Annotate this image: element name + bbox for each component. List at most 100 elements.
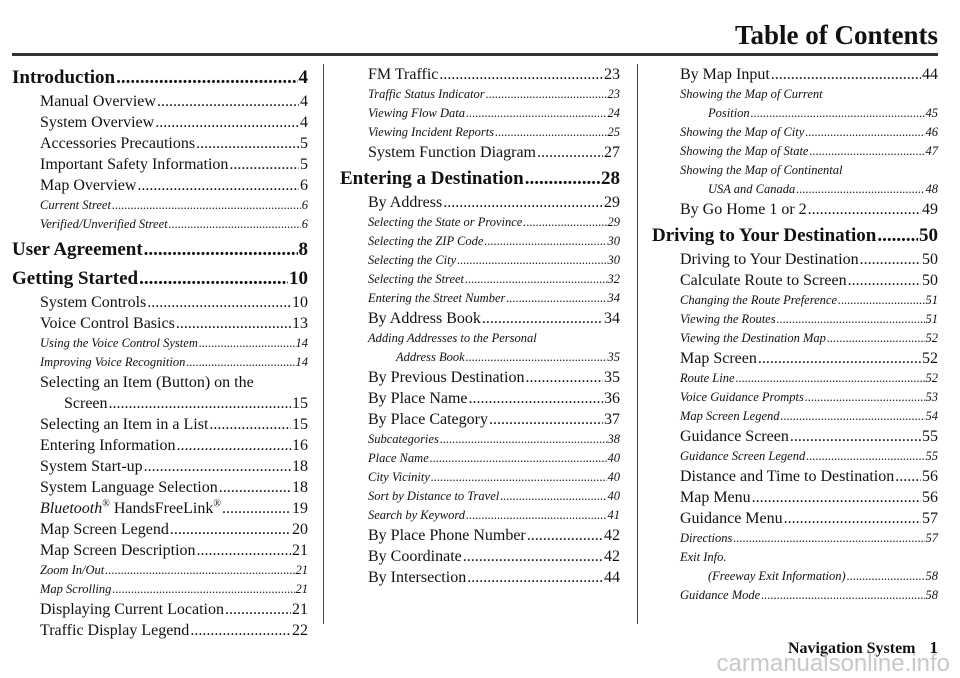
toc-entry[interactable]: By Place Name 36 bbox=[340, 388, 620, 409]
toc-entry[interactable]: By Previous Destination 35 bbox=[340, 367, 620, 388]
toc-entry[interactable]: Guidance Screen 55 bbox=[652, 426, 938, 447]
entry-title: Changing the Route Preference bbox=[680, 293, 838, 307]
toc-entry[interactable]: Voice Guidance Prompts 53 bbox=[652, 388, 938, 407]
toc-entry[interactable]: Using the Voice Control System 14 bbox=[12, 334, 308, 353]
toc-entry[interactable]: Driving to Your Destination 50 bbox=[652, 249, 938, 270]
toc-entry[interactable]: System Function Diagram 27 bbox=[340, 142, 620, 163]
toc-entry[interactable]: Selecting the ZIP Code 30 bbox=[340, 232, 620, 251]
toc-entry-line[interactable]: Exit Info. bbox=[652, 548, 938, 567]
toc-entry[interactable]: Map Screen 52 bbox=[652, 348, 938, 369]
toc-entry[interactable]: Guidance Mode 58 bbox=[652, 586, 938, 605]
toc-entry[interactable]: Search by Keyword 41 bbox=[340, 506, 620, 525]
toc-entry[interactable]: Guidance Menu 57 bbox=[652, 508, 938, 529]
entry-title: By Previous Destination bbox=[368, 369, 525, 386]
toc-entry[interactable]: Map Overview 6 bbox=[12, 175, 308, 196]
toc-entry[interactable]: System Language Selection 18 bbox=[12, 477, 308, 498]
toc-entry[interactable]: System Overview 4 bbox=[12, 112, 308, 133]
dot-leader bbox=[466, 506, 607, 525]
toc-entry[interactable]: Bluetooth® HandsFreeLink®19 bbox=[12, 498, 308, 519]
toc-entry[interactable]: Map Scrolling 21 bbox=[12, 580, 308, 599]
toc-entry[interactable]: USA and Canada 48 bbox=[652, 180, 938, 199]
toc-entry[interactable]: By Coordinate 42 bbox=[340, 546, 620, 567]
toc-entry-line[interactable]: Showing the Map of Continental bbox=[652, 161, 938, 180]
toc-entry[interactable]: Driving to Your Destination 50 bbox=[652, 222, 938, 249]
entry-page-number: 29 bbox=[604, 194, 620, 211]
toc-entry[interactable]: System Controls 10 bbox=[12, 292, 308, 313]
toc-entry[interactable]: Important Safety Information 5 bbox=[12, 154, 308, 175]
entry-page-number: 34 bbox=[604, 310, 620, 327]
toc-entry[interactable]: Traffic Status Indicator 23 bbox=[340, 85, 620, 104]
toc-entry[interactable]: Displaying Current Location 21 bbox=[12, 599, 308, 620]
entry-title: Improving Voice Recognition bbox=[40, 355, 186, 369]
toc-entry[interactable]: Map Menu 56 bbox=[652, 487, 938, 508]
entry-title: Selecting the State or Province bbox=[368, 215, 523, 229]
entry-title: Getting Started bbox=[12, 268, 139, 289]
entry-page-number: 25 bbox=[607, 125, 621, 139]
toc-entry[interactable]: Distance and Time to Destination 56 bbox=[652, 466, 938, 487]
toc-entry[interactable]: Accessories Precautions 5 bbox=[12, 133, 308, 154]
toc-entry[interactable]: Calculate Route to Screen 50 bbox=[652, 270, 938, 291]
dot-leader bbox=[439, 64, 603, 85]
toc-entry[interactable]: Map Screen Description 21 bbox=[12, 540, 308, 561]
toc-entry[interactable]: Route Line 52 bbox=[652, 369, 938, 388]
toc-entry[interactable]: Zoom In/Out 21 bbox=[12, 561, 308, 580]
toc-entry[interactable]: Verified/Unverified Street 6 bbox=[12, 215, 308, 234]
entry-title: Screen bbox=[64, 395, 108, 412]
toc-entry[interactable]: By Map Input 44 bbox=[652, 64, 938, 85]
toc-entry[interactable]: City Vicinity 40 bbox=[340, 468, 620, 487]
toc-entry[interactable]: Screen 15 bbox=[12, 393, 308, 414]
toc-entry[interactable]: Showing the Map of City 46 bbox=[652, 123, 938, 142]
toc-entry[interactable]: User Agreement 8 bbox=[12, 236, 308, 263]
toc-entry[interactable]: Guidance Screen Legend 55 bbox=[652, 447, 938, 466]
toc-entry-line[interactable]: Adding Addresses to the Personal bbox=[340, 329, 620, 348]
toc-entry-line[interactable]: Selecting an Item (Button) on the bbox=[12, 372, 308, 393]
toc-entry[interactable]: Entering a Destination 28 bbox=[340, 165, 620, 192]
toc-entry[interactable]: By Place Category 37 bbox=[340, 409, 620, 430]
dot-leader bbox=[827, 329, 925, 348]
toc-entry[interactable]: Sort by Distance to Travel 40 bbox=[340, 487, 620, 506]
toc-entry[interactable]: Viewing Flow Data 24 bbox=[340, 104, 620, 123]
toc-entry[interactable]: Viewing Incident Reports 25 bbox=[340, 123, 620, 142]
toc-entry[interactable]: Introduction 4 bbox=[12, 64, 308, 91]
toc-entry[interactable]: Selecting the Street 32 bbox=[340, 270, 620, 289]
toc-entry[interactable]: By Place Phone Number 42 bbox=[340, 525, 620, 546]
toc-entry[interactable]: Showing the Map of State 47 bbox=[652, 142, 938, 161]
toc-entry[interactable]: By Intersection 44 bbox=[340, 567, 620, 588]
toc-entry[interactable]: Entering Information 16 bbox=[12, 435, 308, 456]
entry-page-number: 52 bbox=[925, 371, 939, 385]
dot-leader bbox=[466, 104, 607, 123]
toc-entry[interactable]: By Address 29 bbox=[340, 192, 620, 213]
toc-entry[interactable]: (Freeway Exit Information) 58 bbox=[652, 567, 938, 586]
toc-entry[interactable]: Viewing the Routes 51 bbox=[652, 310, 938, 329]
toc-entry[interactable]: Position 45 bbox=[652, 104, 938, 123]
toc-entry[interactable]: Selecting an Item in a List 15 bbox=[12, 414, 308, 435]
column-divider bbox=[637, 64, 638, 624]
dot-leader bbox=[808, 199, 921, 220]
toc-entry[interactable]: By Go Home 1 or 2 49 bbox=[652, 199, 938, 220]
toc-entry[interactable]: Voice Control Basics 13 bbox=[12, 313, 308, 334]
toc-entry[interactable]: Entering the Street Number 34 bbox=[340, 289, 620, 308]
toc-entry[interactable]: Viewing the Destination Map 52 bbox=[652, 329, 938, 348]
toc-entry[interactable]: Directions 57 bbox=[652, 529, 938, 548]
toc-entry[interactable]: FM Traffic 23 bbox=[340, 64, 620, 85]
toc-entry[interactable]: Manual Overview 4 bbox=[12, 91, 308, 112]
dot-leader bbox=[430, 449, 607, 468]
toc-entry[interactable]: Improving Voice Recognition 14 bbox=[12, 353, 308, 372]
toc-entry[interactable]: Address Book 35 bbox=[340, 348, 620, 367]
toc-entry[interactable]: Map Screen Legend 54 bbox=[652, 407, 938, 426]
toc-entry[interactable]: Map Screen Legend 20 bbox=[12, 519, 308, 540]
toc-entry[interactable]: Current Street 6 bbox=[12, 196, 308, 215]
toc-entry[interactable]: System Start-up 18 bbox=[12, 456, 308, 477]
dot-leader bbox=[506, 289, 606, 308]
toc-entry[interactable]: Selecting the State or Province 29 bbox=[340, 213, 620, 232]
entry-page-number: 18 bbox=[292, 458, 308, 475]
toc-entry[interactable]: Place Name 40 bbox=[340, 449, 620, 468]
toc-entry[interactable]: Changing the Route Preference 51 bbox=[652, 291, 938, 310]
toc-entry[interactable]: Traffic Display Legend 22 bbox=[12, 620, 308, 641]
toc-entry-line[interactable]: Showing the Map of Current bbox=[652, 85, 938, 104]
toc-entry[interactable]: Getting Started 10 bbox=[12, 265, 308, 292]
entry-page-number: 19 bbox=[292, 500, 308, 517]
toc-entry[interactable]: Subcategories 38 bbox=[340, 430, 620, 449]
toc-entry[interactable]: Selecting the City 30 bbox=[340, 251, 620, 270]
toc-entry[interactable]: By Address Book 34 bbox=[340, 308, 620, 329]
